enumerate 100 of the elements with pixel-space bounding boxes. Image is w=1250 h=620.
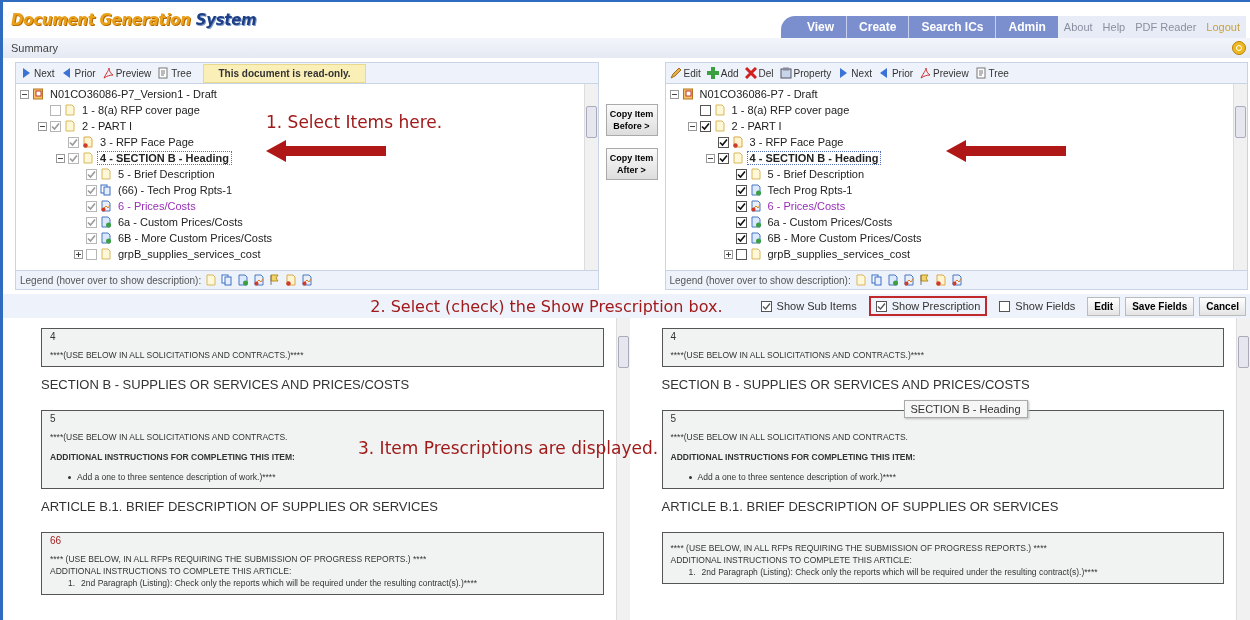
toolbar-button[interactable]: Save Fields xyxy=(1125,296,1195,316)
next-arrow-icon xyxy=(20,67,32,79)
chart-document-icon xyxy=(950,274,963,286)
tree-item[interactable]: 1 - 8(a) RFP cover page xyxy=(728,103,853,117)
annotation-text: 1. Select Items here. xyxy=(266,112,443,132)
option-checkbox[interactable]: Show Sub Items xyxy=(753,296,864,316)
tree-item[interactable]: grpB_supplies_services_cost xyxy=(764,247,913,261)
checkbox[interactable] xyxy=(735,248,747,260)
toolbar-button[interactable]: Cancel xyxy=(1199,296,1246,316)
prescription-text: ADDITIONAL INSTRUCTIONS FOR COMPLETING THIS ITEM: xyxy=(670,452,916,462)
tree-item[interactable]: 6 - Prices/Costs xyxy=(764,199,849,213)
tree-item[interactable]: 6a - Custom Prices/Costs xyxy=(115,215,246,229)
tree-item[interactable]: N01CO36086-P7 - Draft xyxy=(696,87,821,101)
checkbox[interactable] xyxy=(86,232,97,244)
document-plus-icon xyxy=(100,232,112,244)
toolbar-button[interactable]: Preview xyxy=(919,67,969,79)
toolbar-button[interactable]: Edit xyxy=(1087,296,1121,316)
checkbox[interactable] xyxy=(717,136,729,148)
section-heading: ARTICLE B.1. BRIEF DESCRIPTION OF SUPPLIES OR SERVICES xyxy=(661,499,1060,514)
checkbox[interactable] xyxy=(50,104,61,116)
checkbox[interactable] xyxy=(86,216,97,228)
checkbox[interactable] xyxy=(86,200,97,212)
option-checkbox[interactable]: Show Prescription xyxy=(868,296,988,316)
tree-item[interactable]: (66) - Tech Prog Rpts-1 xyxy=(115,183,236,197)
toolbar-button[interactable]: Prior xyxy=(877,67,914,79)
tree-item[interactable]: 4 - SECTION B - Heading xyxy=(97,151,232,165)
collapse-icon[interactable] xyxy=(669,89,679,99)
toolbar-button[interactable]: Prior xyxy=(60,67,96,79)
checkbox[interactable] xyxy=(735,168,747,180)
checkbox[interactable] xyxy=(735,200,747,212)
tree-item[interactable]: 2 - PART I xyxy=(728,119,785,133)
toolbar-button[interactable]: Edit xyxy=(669,67,701,79)
prescription-text: ****(USE BELOW IN ALL SOLICITATIONS AND CONTRACTS.)**** xyxy=(50,350,304,360)
document-plus-icon xyxy=(237,274,250,286)
expand-icon[interactable] xyxy=(723,249,733,259)
tree-item[interactable]: 3 - RFP Face Page xyxy=(97,135,197,149)
prescription-text: Add a one to three sentence description of work.)**** xyxy=(697,472,896,482)
document-icon xyxy=(713,120,726,132)
checkbox[interactable] xyxy=(86,168,97,180)
toolbar-button[interactable]: Next xyxy=(20,67,55,79)
pencil-icon xyxy=(669,67,682,79)
toolbar-button[interactable]: Tree xyxy=(157,67,192,79)
tree-item[interactable]: 6a - Custom Prices/Costs xyxy=(764,215,896,229)
tree-item[interactable]: grpB_supplies_services_cost xyxy=(115,247,264,261)
copy-item-button[interactable]: Copy Item After > xyxy=(605,148,658,180)
copy-item-button[interactable]: Copy Item Before > xyxy=(605,104,658,136)
legend-label: Legend (hover over to show description): xyxy=(669,274,851,286)
tree-item[interactable]: 4 - SECTION B - Heading xyxy=(746,151,882,165)
prescription-text: ****(USE BELOW IN ALL SOLICITATIONS AND CONTRACTS.)**** xyxy=(670,350,924,360)
collapse-icon[interactable] xyxy=(705,153,715,163)
document-icon xyxy=(100,248,112,260)
toolbar-button[interactable]: Add xyxy=(706,67,739,79)
toolbar-button[interactable]: Property xyxy=(779,67,832,79)
collapse-icon[interactable] xyxy=(20,89,29,99)
scrollbar[interactable] xyxy=(1233,84,1247,270)
scrollbar[interactable] xyxy=(583,84,598,270)
tree-item[interactable]: 6 - Prices/Costs xyxy=(115,199,199,213)
checkbox[interactable] xyxy=(699,120,711,132)
plus-icon xyxy=(706,67,719,79)
item-number: 4 xyxy=(670,331,678,342)
help-icon[interactable] xyxy=(1232,41,1246,55)
document-icon xyxy=(749,168,762,180)
option-checkbox[interactable]: Show Fields xyxy=(992,296,1083,316)
properties-icon xyxy=(779,67,792,79)
tree-icon xyxy=(974,67,987,79)
tree-item[interactable]: 5 - Brief Description xyxy=(115,167,218,181)
tree-item[interactable]: N01CO36086-P7_Version1 - Draft xyxy=(47,87,220,101)
tree-item[interactable]: 6B - More Custom Prices/Costs xyxy=(115,231,276,245)
checkbox[interactable] xyxy=(735,232,747,244)
scrollbar[interactable] xyxy=(1236,318,1250,620)
checkbox[interactable] xyxy=(68,136,79,148)
binder-icon xyxy=(32,88,44,100)
collapse-icon[interactable] xyxy=(687,121,697,131)
flag-icon xyxy=(918,274,931,286)
tree-item[interactable]: 3 - RFP Face Page xyxy=(746,135,847,149)
expand-icon[interactable] xyxy=(74,249,83,259)
document-icon xyxy=(100,168,112,180)
checkbox[interactable] xyxy=(735,216,747,228)
toolbar-button[interactable]: Tree xyxy=(974,67,1009,79)
toolbar-button[interactable]: Del xyxy=(744,67,774,79)
checkbox[interactable] xyxy=(86,248,97,260)
tree-item[interactable]: 2 - PART I xyxy=(79,119,136,133)
checkbox[interactable] xyxy=(699,104,711,116)
collapse-icon[interactable] xyxy=(38,121,47,131)
collapse-icon[interactable] xyxy=(56,153,65,163)
toolbar-button[interactable]: Preview xyxy=(101,67,152,79)
checkbox[interactable] xyxy=(68,152,79,164)
tree-item[interactable]: 5 - Brief Description xyxy=(764,167,868,181)
checkbox[interactable] xyxy=(86,184,97,196)
toolbar-button[interactable]: Next xyxy=(837,67,872,79)
checkbox[interactable] xyxy=(735,184,747,196)
checkbox[interactable] xyxy=(50,120,61,132)
chart-document-icon xyxy=(100,200,112,212)
tree-item[interactable]: 1 - 8(a) RFP cover page xyxy=(79,103,203,117)
section-heading: ARTICLE B.1. BRIEF DESCRIPTION OF SUPPLIES OR SERVICES xyxy=(41,499,439,514)
tree-item[interactable]: 6B - More Custom Prices/Costs xyxy=(764,231,925,245)
prescription-text: ADDITIONAL INSTRUCTIONS TO COMPLETE THIS ARTICLE: xyxy=(670,555,912,565)
tree-item[interactable]: Tech Prog Rpts-1 xyxy=(764,183,856,197)
checkbox[interactable] xyxy=(717,152,729,164)
prescription-text: 2nd Paragraph (Listing): Check only the reports which will be required under the resulting contract(s).)**** xyxy=(701,567,1098,577)
